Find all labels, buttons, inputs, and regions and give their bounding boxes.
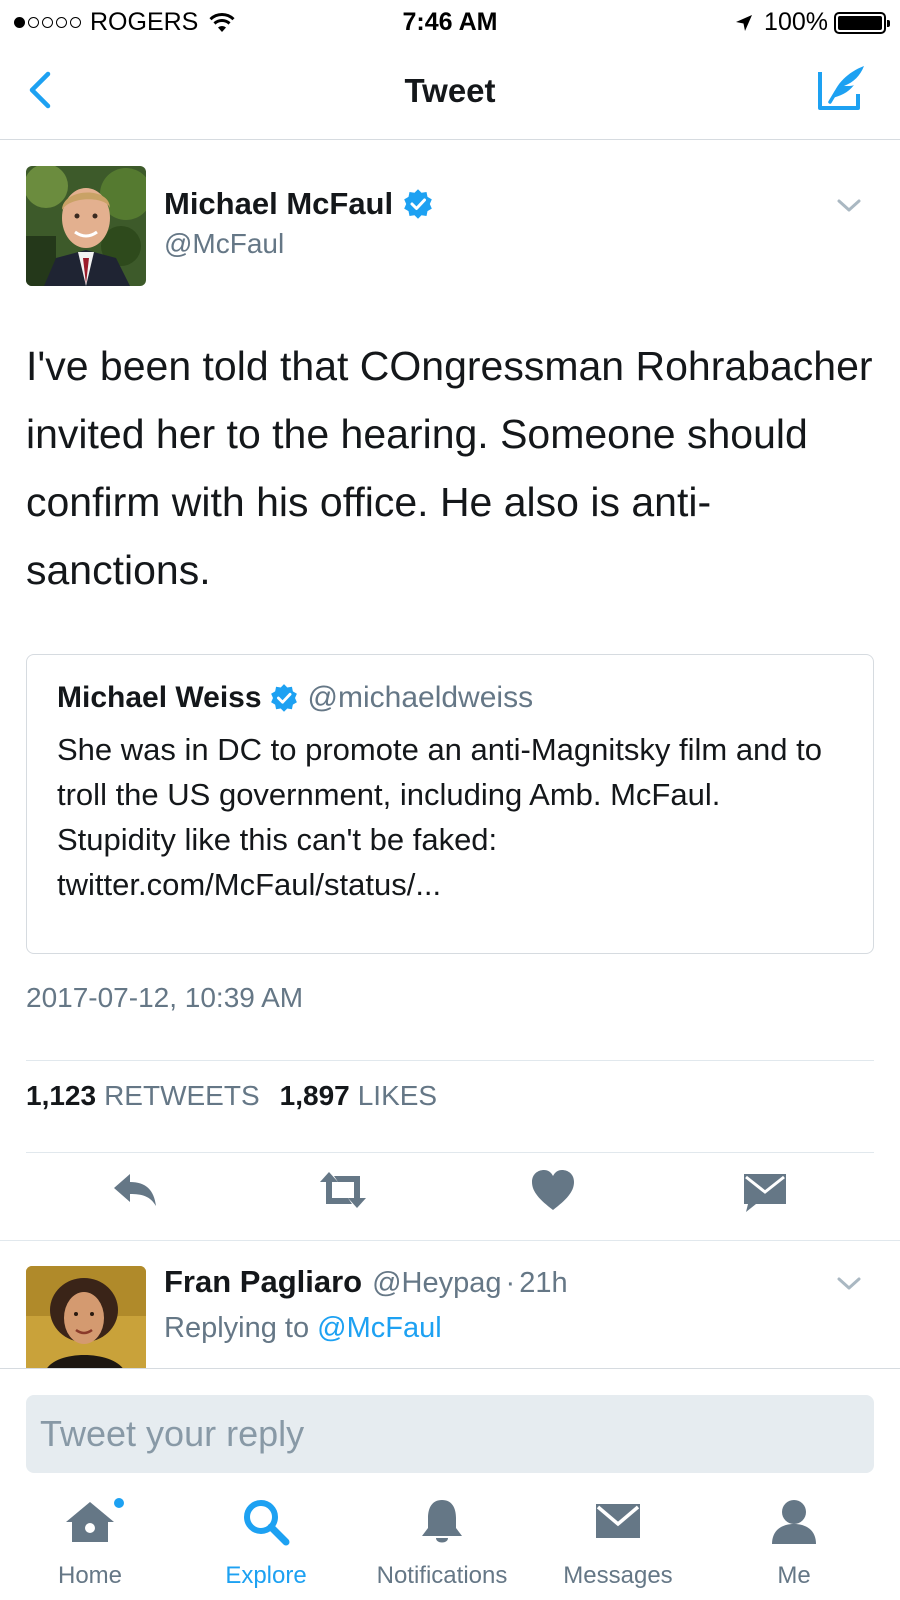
replying-to-link[interactable]: @McFaul (317, 1312, 442, 1344)
tweet-actions (0, 1168, 900, 1218)
home-icon (66, 1502, 114, 1542)
tab-label: Explore (225, 1562, 307, 1589)
tweet-timestamp: 2017-07-12, 10:39 AM (26, 982, 304, 1013)
quoted-tweet-header: Michael Weiss @michaeldweiss (57, 681, 843, 715)
quoted-tweet-text: She was in DC to promote an anti-Magnits… (57, 732, 823, 902)
reply-input[interactable] (26, 1395, 874, 1473)
tab-label: Messages (563, 1562, 673, 1589)
reply-author-handle[interactable]: @Heypag (372, 1267, 501, 1300)
navigation-bar: Tweet (0, 44, 900, 140)
envelope-icon (596, 1504, 640, 1538)
replying-to-prefix: Replying to (164, 1312, 310, 1344)
author-name-row: Michael McFaul (164, 186, 433, 222)
tab-home[interactable]: Home (0, 1484, 180, 1600)
direct-message-icon[interactable] (740, 1168, 790, 1212)
author-name[interactable]: Michael McFaul (164, 186, 393, 222)
reply-icon[interactable] (110, 1168, 160, 1212)
reply-composer (0, 1368, 900, 1478)
person-icon (772, 1500, 816, 1544)
chevron-down-icon[interactable] (836, 1276, 862, 1292)
author-avatar[interactable] (26, 166, 146, 286)
divider (26, 1152, 874, 1153)
retweets-count[interactable]: 1,123 (26, 1080, 96, 1112)
tab-label: Notifications (376, 1562, 508, 1589)
page-title: Tweet (404, 72, 496, 109)
reply-header: Fran Pagliaro @Heypag · 21h (164, 1264, 568, 1300)
quoted-author-handle: @michaeldweiss (307, 681, 534, 714)
reply-author-name[interactable]: Fran Pagliaro (164, 1264, 362, 1300)
author-handle[interactable]: @McFaul (164, 228, 284, 260)
reply-separator: · (505, 1267, 516, 1299)
tab-label: Home (57, 1562, 123, 1589)
location-arrow-icon (736, 14, 753, 31)
status-right: 100% (734, 8, 890, 37)
verified-badge-icon (404, 189, 432, 219)
quoted-author-name: Michael Weiss (57, 681, 262, 714)
battery-icon (834, 11, 890, 34)
tab-me[interactable]: Me (704, 1484, 884, 1600)
tab-explore[interactable]: Explore (176, 1484, 356, 1600)
retweet-icon[interactable] (318, 1168, 368, 1212)
likes-count[interactable]: 1,897 (280, 1080, 350, 1112)
home-notification-dot (112, 1496, 126, 1510)
divider (26, 1060, 874, 1061)
tweet-text: I've been told that COngressman Rohrabac… (26, 343, 873, 593)
quoted-tweet-card[interactable]: Michael Weiss @michaeldweiss She was in … (26, 654, 874, 954)
retweets-label[interactable]: RETWEETS (104, 1080, 260, 1112)
reply-time: 21h (519, 1267, 568, 1299)
likes-label[interactable]: LIKES (358, 1080, 437, 1112)
section-divider (0, 1240, 900, 1241)
tab-notifications[interactable]: Notifications (352, 1484, 532, 1600)
heart-icon[interactable] (528, 1168, 578, 1212)
bell-icon (422, 1500, 462, 1543)
verified-badge-icon (270, 684, 297, 712)
status-bar: ROGERS 7:46 AM 100% (0, 0, 900, 44)
chevron-down-icon[interactable] (836, 198, 862, 214)
tab-bar: Home Explore Notifications Messages Me (0, 1484, 900, 1600)
battery-percent: 100% (764, 8, 828, 36)
compose-icon[interactable] (814, 62, 870, 116)
reply-author-avatar[interactable] (26, 1266, 146, 1370)
replying-to-line: Replying to @McFaul (164, 1312, 442, 1345)
engagement-counts: 1,123 RETWEETS 1,897 LIKES (26, 1080, 457, 1112)
tab-messages[interactable]: Messages (528, 1484, 708, 1600)
search-icon (244, 1500, 290, 1546)
tab-label: Me (777, 1562, 811, 1589)
